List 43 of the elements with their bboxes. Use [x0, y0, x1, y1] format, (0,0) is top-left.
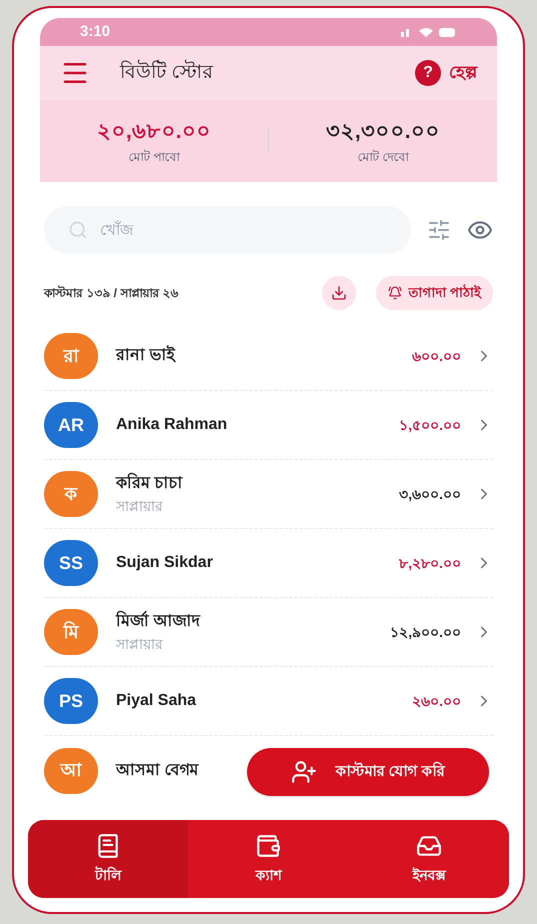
status-time: 3:10: [80, 22, 110, 42]
download-icon: [331, 285, 348, 301]
help-icon: ?: [415, 60, 441, 86]
search-field[interactable]: খোঁজ: [44, 206, 411, 254]
contact-amount: ৬০০.০০: [412, 346, 461, 366]
contact-type: সাপ্লায়ার: [116, 496, 164, 516]
avatar: SS: [44, 540, 98, 586]
avatar: PS: [44, 678, 98, 724]
contact-amount: ৮,২৮০.০০: [399, 554, 461, 572]
avatar: আ: [44, 748, 98, 794]
contact-name: করিম চাচা: [116, 472, 182, 494]
store-title: বিউটি স্টোর: [120, 58, 212, 85]
bell-icon: [388, 286, 402, 300]
summary-label: মোট পাবো: [128, 148, 180, 166]
help-button[interactable]: ? হেল্প: [415, 60, 477, 86]
search-icon: [68, 220, 88, 240]
add-user-icon: [291, 759, 318, 785]
contact-name: Piyal Saha: [116, 691, 196, 711]
nav-tab[interactable]: টালি: [28, 820, 188, 898]
wallet-icon: [255, 832, 282, 858]
avatar: রা: [44, 333, 98, 379]
summary-label: মোট দেবো: [357, 148, 409, 166]
avatar: AR: [44, 402, 98, 448]
contact-name: আসমা বেগম: [116, 760, 198, 780]
status-icons: [401, 26, 457, 38]
avatar: মি: [44, 609, 98, 655]
contact-name: মির্জা আজাদ: [116, 610, 200, 632]
contact-name: রানা ভাই: [116, 344, 174, 366]
contact-type: সাপ্লায়ার: [116, 634, 164, 654]
filter-icon[interactable]: [427, 218, 451, 242]
contact-name: Sujan Sikdar: [116, 553, 213, 573]
summary-amount: ৩২,৩০০.০০: [326, 119, 440, 146]
contact-amount: ৩,৬০০.০০: [399, 484, 461, 504]
contact-name: Anika Rahman: [116, 415, 228, 435]
add-customer-button[interactable]: কাস্টমার যোগ করি: [247, 748, 489, 796]
contact-amount: ১২,৯০০.০০: [390, 622, 461, 642]
contact-amount: ১,৫০০.০০: [399, 416, 461, 434]
customer-supplier-count: কাস্টমার ১৩৯ / সাপ্লায়ার ২৬: [44, 284, 179, 302]
summary-amount: ২০,৬৮০.০০: [96, 119, 212, 146]
contact-amount: ২৬০.০০: [412, 692, 461, 710]
avatar: ক: [44, 471, 98, 517]
reminder-button[interactable]: তাগাদা পাঠাই: [376, 276, 493, 310]
download-button[interactable]: [322, 276, 356, 310]
